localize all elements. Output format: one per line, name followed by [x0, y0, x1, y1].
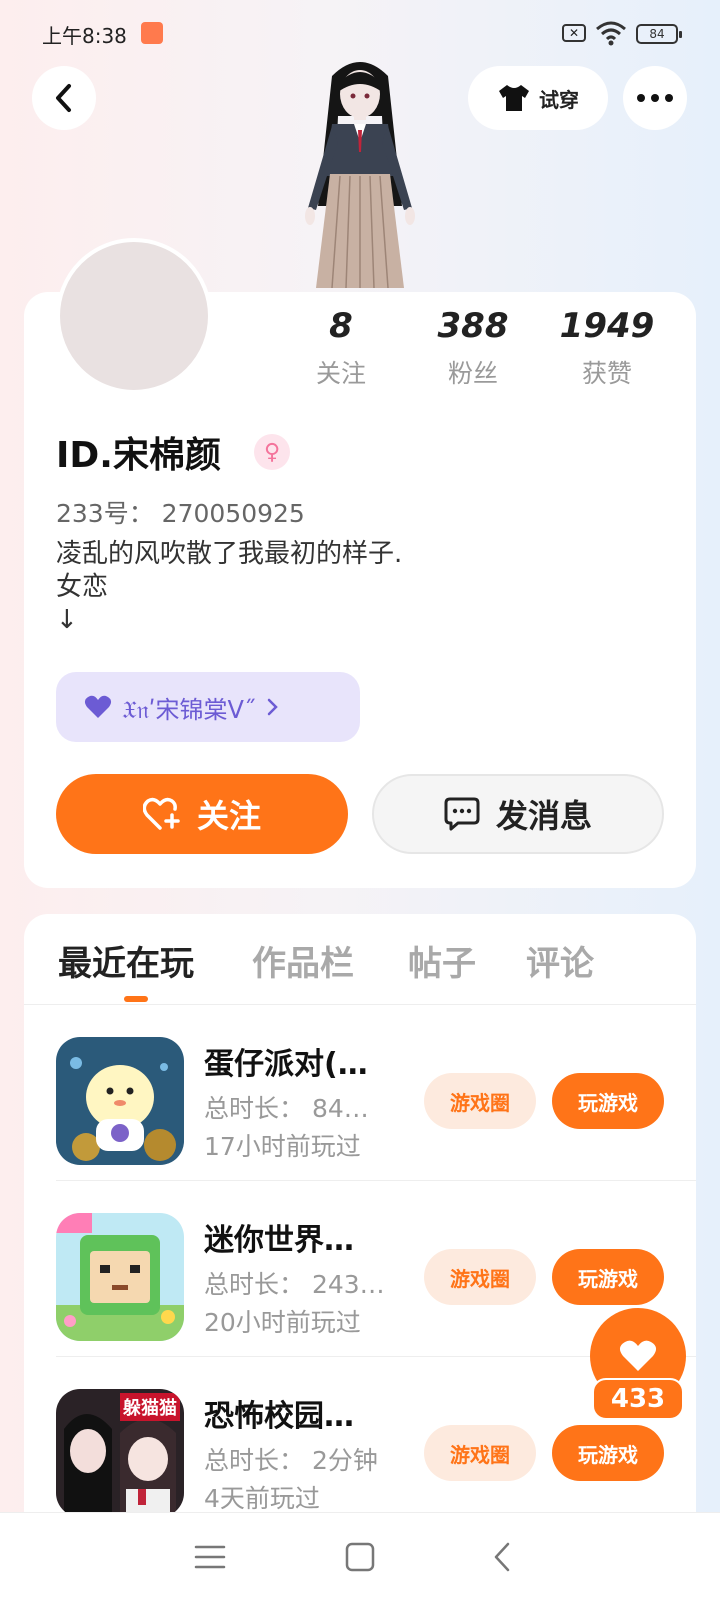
try-on-label: 试穿 [539, 87, 579, 112]
stat-likes[interactable]: 1949 获赞 [542, 306, 672, 390]
follow-label: 关注 [196, 797, 261, 835]
game-last-played: 4天前玩过 [204, 1484, 320, 1513]
fan-badge[interactable]: 𝔛𝔫ʹ宋锦棠ᐯ˝ [56, 672, 360, 742]
back-button[interactable] [32, 66, 96, 130]
status-time: 上午8:38 [42, 24, 127, 48]
chevron-right-icon [267, 698, 278, 716]
play-game-button[interactable]: 玩游戏 [552, 1249, 664, 1305]
more-dots-icon [637, 94, 673, 102]
game-circle-button[interactable]: 游戏圈 [424, 1425, 536, 1481]
tab-comments[interactable]: 评论 [526, 936, 594, 985]
list-item[interactable]: 蛋仔派对(… 总时长： 84… 17小时前玩过 游戏圈 玩游戏 [24, 1005, 696, 1181]
avatar[interactable] [56, 238, 212, 394]
stat-following-value: 8 [329, 306, 353, 346]
female-gender-icon: ♀ [254, 434, 290, 470]
tshirt-icon [499, 85, 529, 111]
tab-posts[interactable]: 帖子 [408, 936, 476, 985]
game-icon[interactable]: 躲猫猫 [56, 1389, 184, 1514]
stat-following[interactable]: 8 关注 [276, 306, 406, 390]
bio: 凌乱的风吹散了我最初的样子. 女恋 ↓ [56, 538, 402, 637]
menu-icon [194, 1545, 226, 1569]
game-name: 恐怖校园… [204, 1399, 354, 1434]
stat-following-label: 关注 [315, 359, 366, 388]
bio-line: 凌乱的风吹散了我最初的样子. [56, 539, 403, 569]
play-game-button[interactable]: 玩游戏 [552, 1425, 664, 1481]
notification-app-icon [141, 22, 163, 44]
list-item[interactable]: 迷你世界… 总时长： 243… 20小时前玩过 游戏圈 玩游戏 [24, 1181, 696, 1357]
message-button[interactable]: 发消息 [372, 774, 664, 854]
follow-button[interactable]: 关注 [56, 774, 348, 854]
heart-plus-icon [142, 797, 180, 830]
home-nav-button[interactable] [338, 1535, 382, 1579]
activity-panel: 最近在玩 作品栏 帖子 评论 蛋仔派对(… 总时长： 84… 17小时前玩过 游… [24, 914, 696, 1514]
stat-fans-label: 粉丝 [447, 359, 498, 388]
wifi-icon [596, 21, 626, 46]
bio-line: 女恋 [56, 572, 109, 602]
menu-nav-button[interactable] [188, 1535, 232, 1579]
heart-icon [619, 1340, 657, 1371]
stat-likes-label: 获赞 [581, 359, 632, 388]
nickname: ID.宋棉颜 [56, 435, 221, 476]
chevron-left-icon [56, 84, 71, 112]
home-square-icon [345, 1542, 375, 1572]
like-count: 433 [592, 1378, 684, 1420]
game-name: 蛋仔派对(… [204, 1047, 368, 1082]
fan-badge-label: 𝔛𝔫ʹ宋锦棠ᐯ˝ [122, 695, 256, 724]
system-nav-bar [0, 1512, 720, 1600]
stat-likes-value: 1949 [559, 306, 655, 346]
game-name: 迷你世界… [204, 1223, 354, 1258]
message-label: 发消息 [495, 797, 592, 835]
play-game-button[interactable]: 玩游戏 [552, 1073, 664, 1129]
game-icon-text: 躲猫猫 [120, 1393, 180, 1421]
game-icon[interactable] [56, 1213, 184, 1341]
back-nav-button[interactable] [480, 1535, 524, 1579]
game-last-played: 17小时前玩过 [204, 1132, 361, 1161]
stat-fans[interactable]: 388 粉丝 [408, 306, 538, 390]
bio-line: ↓ [56, 605, 78, 635]
chat-bubble-icon [444, 797, 480, 831]
stat-fans-value: 388 [437, 306, 509, 346]
status-bar: 上午8:38 ✕ 84 [0, 0, 720, 64]
game-last-played: 20小时前玩过 [204, 1308, 361, 1337]
game-circle-button[interactable]: 游戏圈 [424, 1073, 536, 1129]
try-on-button[interactable]: 试穿 [468, 66, 608, 130]
tab-recently-played[interactable]: 最近在玩 [58, 936, 194, 985]
game-duration: 总时长： 243… [204, 1270, 385, 1299]
back-triangle-icon [494, 1542, 510, 1572]
game-duration: 总时长： 2分钟 [204, 1446, 378, 1475]
list-item[interactable]: 躲猫猫 恐怖校园… 总时长： 2分钟 4天前玩过 游戏圈 玩游戏 [24, 1357, 696, 1514]
game-icon[interactable] [56, 1037, 184, 1165]
game-circle-button[interactable]: 游戏圈 [424, 1249, 536, 1305]
heart-icon [84, 695, 112, 718]
avatar-figure-illustration [305, 62, 415, 289]
battery-icon: 84 [636, 24, 682, 44]
sim-off-icon: ✕ [562, 24, 586, 42]
more-button[interactable] [623, 66, 687, 130]
tab-indicator [124, 996, 148, 1002]
tab-works[interactable]: 作品栏 [252, 936, 354, 985]
user-id: 233号： 270050925 [56, 499, 305, 528]
game-duration: 总时长： 84… [204, 1094, 369, 1123]
